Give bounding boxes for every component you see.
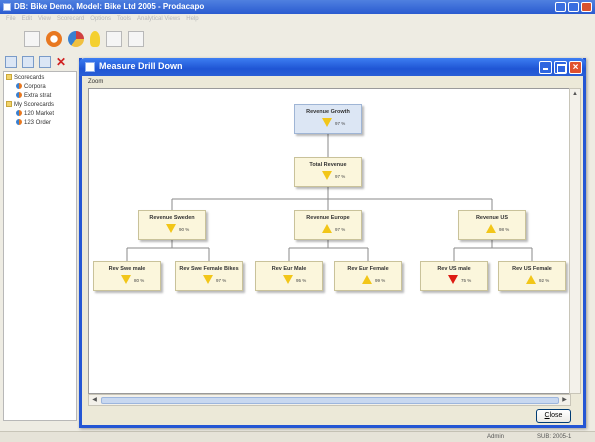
scroll-up-arrow-icon[interactable]: ▲	[571, 91, 579, 99]
close-button-label: lose	[549, 412, 563, 419]
app-icon	[3, 3, 11, 11]
main-window-title: DB: Bike Demo, Model: Bike Ltd 2005 - Pr…	[14, 2, 205, 11]
node-rev-eur-female[interactable]: Rev Eur Female 99 %	[334, 261, 402, 291]
main-minimize-button[interactable]	[555, 2, 566, 12]
tree-item[interactable]: My Scorecards	[6, 101, 54, 109]
node-revenue-growth[interactable]: Revenue Growth 97 %	[294, 104, 362, 134]
menu-tools[interactable]: Tools	[117, 14, 131, 25]
tree-item[interactable]: Scorecards	[6, 74, 44, 82]
close-button[interactable]: Close	[536, 409, 571, 423]
scorecard-icon	[16, 119, 22, 125]
horizontal-scroll-thumb[interactable]	[101, 397, 559, 404]
main-close-button[interactable]	[581, 2, 592, 12]
drill-down-canvas: Revenue Growth 97 % Total Revenue 97 % R…	[88, 88, 571, 394]
secondary-toolbar: ✕	[0, 53, 68, 71]
menu-view[interactable]: View	[38, 14, 51, 25]
dialog-minimize-button[interactable]	[539, 61, 552, 74]
org-chart-icon[interactable]	[24, 31, 40, 47]
node-total-revenue[interactable]: Total Revenue 97 %	[294, 157, 362, 187]
triangle-up-icon	[362, 275, 372, 284]
scorecard-tool-icon[interactable]	[46, 31, 62, 47]
bar-chart-icon[interactable]	[106, 31, 122, 47]
save-icon[interactable]	[5, 56, 17, 68]
scorecard-icon	[16, 110, 22, 116]
dialog-app-icon	[85, 62, 95, 72]
report-icon[interactable]	[128, 31, 144, 47]
menu-analytical-views[interactable]: Analytical Views	[137, 14, 180, 25]
dialog-close-x-button[interactable]: ×	[569, 61, 582, 74]
triangle-down-icon	[322, 171, 332, 180]
scroll-left-arrow-icon[interactable]: ◀	[90, 396, 99, 405]
menu-options[interactable]: Options	[90, 14, 111, 25]
triangle-down-icon	[121, 275, 131, 284]
undo-icon[interactable]	[22, 56, 34, 68]
triangle-down-icon	[203, 275, 213, 284]
new-item-icon[interactable]	[39, 56, 51, 68]
triangle-up-icon	[486, 224, 496, 233]
status-bar: Admin SUB: 2005-1	[0, 431, 595, 442]
measure-drill-down-dialog: Measure Drill Down × Zoom Revenue Growth…	[79, 58, 586, 428]
main-title-bar[interactable]: DB: Bike Demo, Model: Bike Ltd 2005 - Pr…	[0, 0, 595, 14]
dialog-title-bar[interactable]: Measure Drill Down ×	[79, 58, 586, 76]
menu-bar: File Edit View Scorecard Options Tools A…	[0, 14, 595, 25]
node-rev-us-male[interactable]: Rev US male 75 %	[420, 261, 488, 291]
scorecard-tree: Scorecards Corpora Extra strat My Scorec…	[3, 71, 77, 421]
dialog-window-controls: ×	[539, 61, 582, 74]
tree-item[interactable]: Corpora	[16, 83, 46, 91]
tree-item[interactable]: Extra strat	[16, 92, 51, 100]
vertical-scrollbar[interactable]: ▲	[569, 88, 581, 394]
triangle-up-icon	[526, 275, 536, 284]
menu-scorecard[interactable]: Scorecard	[57, 14, 84, 25]
menu-file[interactable]: File	[6, 14, 16, 25]
node-revenue-europe[interactable]: Revenue Europe 97 %	[294, 210, 362, 240]
dialog-maximize-button[interactable]	[554, 61, 567, 74]
main-toolbar	[0, 25, 144, 53]
node-revenue-sweden[interactable]: Revenue Sweden 90 %	[138, 210, 206, 240]
main-window-controls	[555, 2, 592, 12]
zoom-label[interactable]: Zoom	[88, 79, 103, 85]
triangle-up-icon	[322, 224, 332, 233]
node-revenue-us[interactable]: Revenue US 98 %	[458, 210, 526, 240]
status-user: Admin	[487, 434, 505, 440]
folder-icon	[6, 74, 12, 80]
scroll-right-arrow-icon[interactable]: ▶	[560, 396, 569, 405]
main-maximize-button[interactable]	[568, 2, 579, 12]
scorecard-icon	[16, 83, 22, 89]
tree-connector-lines	[126, 134, 533, 261]
tree-item[interactable]: 123 Order	[16, 119, 51, 127]
pie-chart-icon[interactable]	[68, 31, 84, 47]
triangle-down-icon	[166, 224, 176, 233]
delete-icon[interactable]: ✕	[56, 56, 68, 68]
triangle-down-icon	[322, 118, 332, 127]
menu-edit[interactable]: Edit	[22, 14, 32, 25]
node-rev-eur-male[interactable]: Rev Eur Male 95 %	[255, 261, 323, 291]
status-period: SUB: 2005-1	[537, 434, 572, 440]
node-rev-us-female[interactable]: Rev US Female 92 %	[498, 261, 566, 291]
triangle-down-red-icon	[448, 275, 458, 284]
menu-help[interactable]: Help	[186, 14, 198, 25]
lightbulb-icon[interactable]	[90, 31, 100, 47]
folder-icon	[6, 101, 12, 107]
dialog-title: Measure Drill Down	[99, 61, 183, 71]
triangle-down-icon	[283, 275, 293, 284]
tree-item[interactable]: 120 Market	[16, 110, 54, 118]
scorecard-icon	[16, 92, 22, 98]
horizontal-scrollbar[interactable]: ◀ ▶	[88, 394, 571, 406]
node-rev-swe-female-bikes[interactable]: Rev Swe Female Bikes 97 %	[175, 261, 243, 291]
node-rev-swe-male[interactable]: Rev Swe male 80 %	[93, 261, 161, 291]
